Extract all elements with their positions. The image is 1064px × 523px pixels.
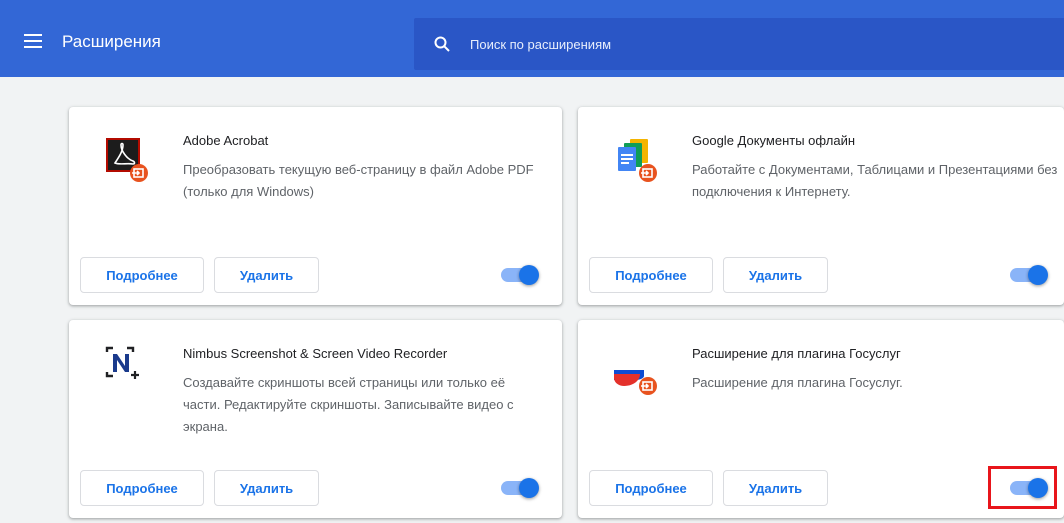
extension-description: Создавайте скриншоты всей страницы или т… <box>183 375 514 434</box>
toggle-knob <box>519 265 539 285</box>
search-input[interactable] <box>470 34 1030 54</box>
extension-description: Работайте с Документами, Таблицами и Пре… <box>692 162 1058 199</box>
extension-toggle[interactable] <box>499 478 539 498</box>
extension-description: Преобразовать текущую веб-страницу в фай… <box>183 162 534 199</box>
remove-button[interactable]: Удалить <box>723 257 828 293</box>
toggle-knob <box>519 478 539 498</box>
extension-name: Nimbus Screenshot & Screen Video Recorde… <box>183 346 448 361</box>
extension-name: Adobe Acrobat <box>183 133 269 148</box>
extension-toggle[interactable] <box>1008 265 1048 285</box>
toolbar: Расширения <box>0 0 1064 77</box>
details-button[interactable]: Подробнее <box>80 470 204 506</box>
gosuslugi-icon <box>614 358 657 395</box>
extension-name: Расширение для плагина Госуслуг <box>692 346 901 361</box>
google-docs-offline-icon <box>618 139 657 182</box>
extension-description: Расширение для плагина Госуслуг. <box>692 375 903 390</box>
details-button[interactable]: Подробнее <box>589 470 713 506</box>
search-icon[interactable] <box>434 36 450 52</box>
page-title: Расширения <box>62 32 161 51</box>
details-button[interactable]: Подробнее <box>80 257 204 293</box>
nimbus-icon <box>105 346 139 379</box>
extension-toggle[interactable] <box>499 265 539 285</box>
toggle-highlight-box <box>988 466 1057 509</box>
remove-button[interactable]: Удалить <box>723 470 828 506</box>
extension-card-nimbus: Nimbus Screenshot & Screen Video Recorde… <box>69 320 562 518</box>
remove-button[interactable]: Удалить <box>214 470 319 506</box>
extension-card-google-docs-offline: Google Документы офлайн Работайте с Доку… <box>578 107 1064 305</box>
extension-card-adobe-acrobat: Adobe Acrobat Преобразовать текущую веб-… <box>69 107 562 305</box>
adobe-acrobat-icon <box>106 138 148 182</box>
search-bar[interactable] <box>414 18 1064 70</box>
details-button[interactable]: Подробнее <box>589 257 713 293</box>
remove-button[interactable]: Удалить <box>214 257 319 293</box>
extension-card-gosuslugi: Расширение для плагина Госуслуг Расширен… <box>578 320 1064 518</box>
extension-name: Google Документы офлайн <box>692 133 856 148</box>
toggle-knob <box>1028 265 1048 285</box>
menu-icon[interactable] <box>24 34 42 48</box>
